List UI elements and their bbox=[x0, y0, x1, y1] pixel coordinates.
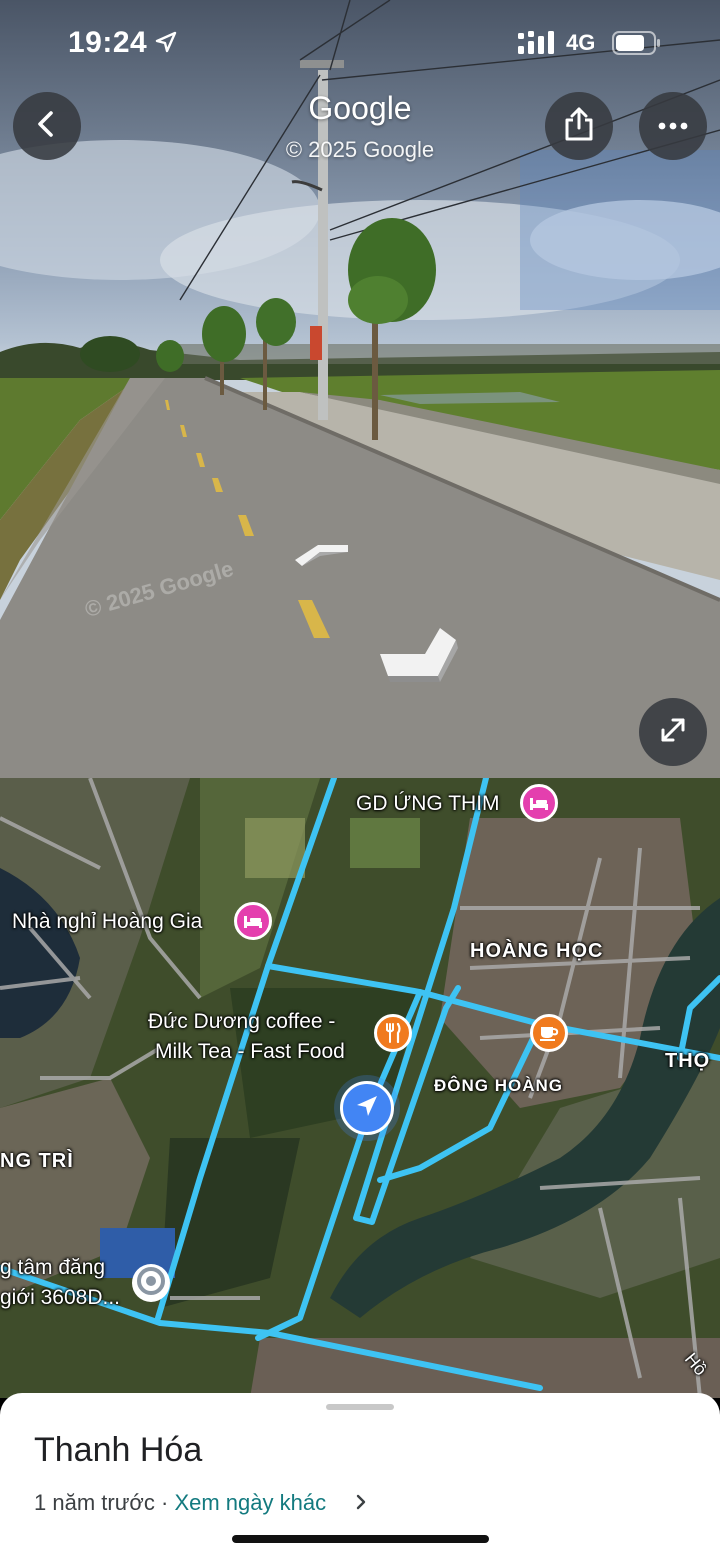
map-label-coffee-line2: Milk Tea - Fast Food bbox=[155, 1040, 345, 1063]
share-icon bbox=[562, 106, 596, 147]
chevron-right-icon[interactable] bbox=[354, 1493, 368, 1516]
separator: · bbox=[160, 1490, 169, 1515]
status-bar: 19:24 4G bbox=[0, 0, 720, 86]
map-label-coffee-line1: Đức Dương coffee - bbox=[148, 1010, 336, 1033]
status-time: 19:24 bbox=[68, 26, 148, 59]
hotel-pin-icon[interactable] bbox=[520, 784, 558, 822]
map-label-hoang-hoc: HOÀNG HỌC bbox=[470, 940, 604, 962]
map-label-tho: THỌ bbox=[665, 1050, 711, 1072]
map-label-dong-hoang: ĐÔNG HOÀNG bbox=[434, 1076, 563, 1095]
restaurant-pin-icon[interactable] bbox=[374, 1014, 412, 1052]
see-other-dates-link[interactable]: Xem ngày khác bbox=[174, 1490, 326, 1515]
drag-handle[interactable] bbox=[326, 1404, 394, 1410]
hotel-pin-icon[interactable] bbox=[234, 902, 272, 940]
satellite-map[interactable]: GD ỨNG THIM Nhà nghỉ Hoàng Gia HOÀNG HỌC… bbox=[0, 778, 720, 1398]
place-marker[interactable] bbox=[132, 1264, 170, 1302]
expand-button[interactable] bbox=[639, 698, 707, 766]
share-button[interactable] bbox=[545, 92, 613, 160]
place-title: Thanh Hóa bbox=[34, 1431, 203, 1469]
cafe-pin-icon[interactable] bbox=[530, 1014, 568, 1052]
map-label-tam-dang-line2: giới 3608D... bbox=[0, 1286, 121, 1309]
place-dot-icon bbox=[136, 1266, 166, 1301]
capture-time-ago: 1 năm trước bbox=[34, 1490, 155, 1515]
more-options-button[interactable] bbox=[639, 92, 707, 160]
bottom-sheet[interactable]: Thanh Hóa 1 năm trước · Xem ngày khác bbox=[0, 1393, 720, 1557]
more-horizontal-icon bbox=[658, 117, 688, 135]
cellular-signal-icon bbox=[518, 31, 556, 60]
map-label-tam-dang-line1: g tâm đăng bbox=[0, 1256, 106, 1279]
expand-icon bbox=[657, 714, 689, 751]
map-label-ng-tri: NG TRÌ bbox=[0, 1150, 74, 1172]
map-label-nha-nghi: Nhà nghỉ Hoàng Gia bbox=[12, 910, 203, 933]
capture-info: 1 năm trước · Xem ngày khác bbox=[34, 1490, 326, 1516]
copyright-label: © 2025 Google bbox=[285, 137, 435, 162]
network-type: 4G bbox=[566, 30, 596, 55]
street-view-panorama[interactable]: 19:24 4G Google © 2025 Google © 2025 Goo… bbox=[0, 0, 720, 778]
map-label-gd-ung-thim: GD ỨNG THIM bbox=[356, 792, 500, 815]
navigation-arrow-icon bbox=[354, 1093, 380, 1124]
user-location-marker[interactable] bbox=[340, 1081, 394, 1135]
location-arrow-icon bbox=[154, 30, 178, 59]
battery-icon bbox=[612, 31, 662, 60]
home-indicator[interactable] bbox=[232, 1535, 489, 1543]
